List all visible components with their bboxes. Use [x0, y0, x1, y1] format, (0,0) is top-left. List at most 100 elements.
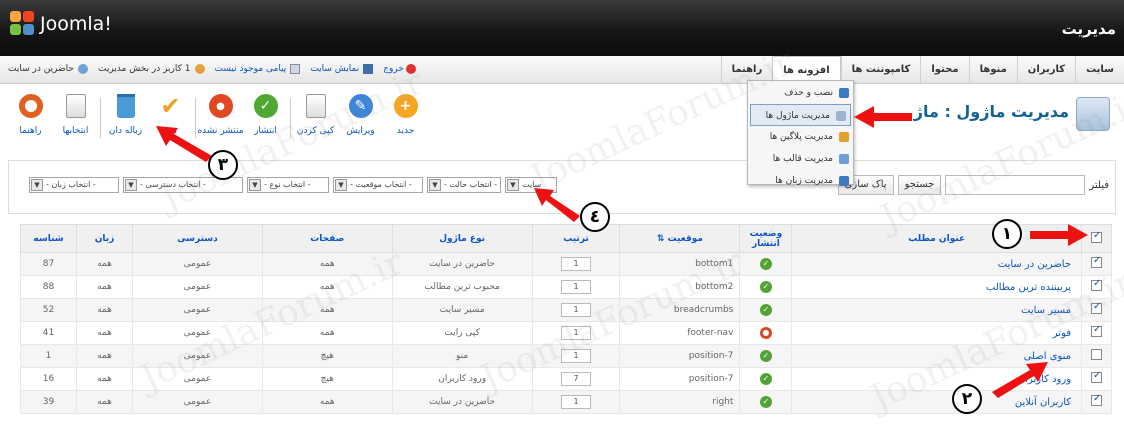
type-header[interactable]: نوع ماژول	[391, 224, 533, 253]
status-cell[interactable]: ✓	[739, 367, 793, 391]
toolbar-button-label: زباله دان	[108, 126, 143, 136]
order-input[interactable]: 1	[561, 349, 592, 363]
ordering-cell: 1	[531, 390, 621, 414]
dropdown-item-label: مدیریت ماژول ها	[765, 111, 830, 121]
order-input[interactable]: 1	[561, 257, 592, 271]
module-table: عنوان مطلب وضعیت انتشار موقعیت ⇅ ترتیب ن…	[19, 224, 1112, 430]
dropdown-item[interactable]: مدیریت قالب ها	[748, 148, 853, 170]
access-cell[interactable]: عمومی	[131, 390, 263, 414]
order-input[interactable]: 7	[561, 372, 592, 386]
published-icon[interactable]: ✓	[759, 373, 772, 385]
access-cell[interactable]: عمومی	[131, 367, 263, 391]
filter-input[interactable]	[945, 175, 1086, 195]
extensions-dropdown: نصب و حذف مدیریت ماژول ها مدیریت پلاگین ها…	[747, 80, 854, 186]
copy-button[interactable]: کپی کردن	[293, 90, 338, 146]
position-cell: bottom1	[619, 252, 741, 276]
publish-icon: ✓	[252, 92, 280, 120]
module-icon	[836, 111, 846, 121]
access-cell[interactable]: عمومی	[131, 298, 263, 322]
status-cell[interactable]: ✓	[739, 298, 793, 322]
toolbar-button-label: جدید	[396, 126, 415, 136]
options-icon	[62, 92, 90, 120]
ordering-header[interactable]: ترتیب	[531, 224, 621, 253]
order-input[interactable]: 1	[561, 303, 592, 317]
header-title: مدیریت	[1061, 20, 1116, 38]
new-button[interactable]: + جدید	[383, 90, 428, 146]
id-header[interactable]: شناسه	[19, 224, 78, 253]
row-checkbox[interactable]	[1091, 324, 1103, 337]
published-icon[interactable]: ✓	[759, 350, 772, 362]
published-icon[interactable]: ✓	[759, 258, 772, 270]
row-checkbox[interactable]	[1091, 349, 1103, 360]
filter-select[interactable]: ▼ - انتخاب نوع -	[247, 177, 329, 193]
search-button[interactable]: جستجو	[897, 175, 942, 195]
joomla-logo[interactable]: Joomla!	[10, 11, 112, 37]
menu-item[interactable]: کاربران	[1016, 56, 1075, 84]
access-cell[interactable]: عمومی	[131, 321, 263, 345]
row-checkbox-cell[interactable]	[1081, 321, 1112, 345]
row-checkbox-cell[interactable]	[1081, 298, 1112, 322]
access-cell[interactable]: عمومی	[131, 275, 263, 299]
position-header[interactable]: موقعیت ⇅	[619, 224, 741, 253]
publish-button[interactable]: ✓ انتشار	[243, 90, 288, 146]
order-input[interactable]: 1	[561, 280, 592, 294]
messages-link[interactable]: پیامی موجود نیست	[215, 64, 301, 74]
order-input[interactable]: 1	[561, 326, 592, 340]
dropdown-item[interactable]: مدیریت ماژول ها	[750, 104, 851, 126]
module-title[interactable]: مسیر سایت	[791, 298, 1083, 322]
table-row: کاربران آنلاین✓right1حاضرین در سایتهمهعم…	[19, 390, 1112, 414]
row-checkbox[interactable]	[1091, 255, 1103, 268]
language-header[interactable]: زبان	[76, 224, 133, 253]
filter-select[interactable]: ▼ - انتخاب موقعیت -	[333, 177, 423, 193]
row-checkbox-cell[interactable]	[1081, 390, 1112, 414]
menu-item[interactable]: محتوا	[920, 56, 968, 84]
help-button[interactable]: راهنما	[8, 90, 53, 146]
logout-link[interactable]: خروج	[383, 64, 416, 74]
row-checkbox-cell[interactable]	[1081, 252, 1112, 276]
table-row: مسیر سایت✓breadcrumbs1مسیر سایتهمهعمومیه…	[19, 298, 1112, 322]
access-header[interactable]: دسترسی	[131, 224, 263, 253]
access-cell[interactable]: عمومی	[131, 344, 263, 368]
dropdown-item[interactable]: مدیریت زبان ها	[748, 170, 853, 192]
unpublished-icon[interactable]: ●	[759, 327, 772, 339]
options-button[interactable]: انتخابها	[53, 90, 98, 146]
status-header[interactable]: وضعیت انتشار	[739, 224, 793, 253]
status-cell[interactable]: ✓	[739, 390, 793, 414]
access-cell[interactable]: عمومی	[131, 252, 263, 276]
id-cell: 88	[19, 275, 78, 299]
row-checkbox[interactable]	[1091, 278, 1103, 291]
module-title[interactable]: پربیننده ترین مطالب	[791, 275, 1083, 299]
status-cell[interactable]: ✓	[739, 344, 793, 368]
published-icon[interactable]: ✓	[759, 281, 772, 293]
online-visitors-label: حاضرین در سایت	[8, 64, 74, 74]
filter-select[interactable]: ▼ - انتخاب زبان -	[29, 177, 119, 193]
edit-button[interactable]: ✎ ویرایش	[338, 90, 383, 146]
menu-item[interactable]: منوها	[968, 56, 1017, 84]
row-checkbox-cell[interactable]	[1081, 367, 1112, 391]
view-site-link[interactable]: نمایش سایت	[310, 64, 374, 74]
row-checkbox-cell[interactable]	[1081, 344, 1112, 368]
row-checkbox[interactable]	[1091, 370, 1103, 383]
order-input[interactable]: 1	[561, 395, 592, 409]
filter-select[interactable]: ▼ - انتخاب حالت -	[427, 177, 501, 193]
dropdown-item[interactable]: نصب و حذف	[748, 82, 853, 104]
module-title[interactable]: فوتر	[791, 321, 1083, 345]
status-cell[interactable]: ✓	[739, 252, 793, 276]
position-cell: position-7	[619, 367, 741, 391]
position-cell: position-7	[619, 344, 741, 368]
row-checkbox-cell[interactable]	[1081, 275, 1112, 299]
status-cell[interactable]: ✓	[739, 275, 793, 299]
select-all-checkbox[interactable]	[1091, 230, 1103, 243]
status-cell[interactable]: ●	[739, 321, 793, 345]
row-checkbox[interactable]	[1091, 301, 1103, 314]
published-icon[interactable]: ✓	[759, 304, 772, 316]
ordering-cell: 1	[531, 344, 621, 368]
row-checkbox[interactable]	[1091, 393, 1103, 406]
module-title[interactable]: حاضرین در سایت	[791, 252, 1083, 276]
published-icon[interactable]: ✓	[759, 396, 772, 408]
menu-item[interactable]: سایت	[1075, 56, 1124, 84]
pages-header[interactable]: صفحات	[261, 224, 393, 253]
language-cell: همه	[76, 367, 133, 391]
trash-button[interactable]: زباله دان	[103, 90, 148, 146]
dropdown-item[interactable]: مدیریت پلاگین ها	[748, 126, 853, 148]
